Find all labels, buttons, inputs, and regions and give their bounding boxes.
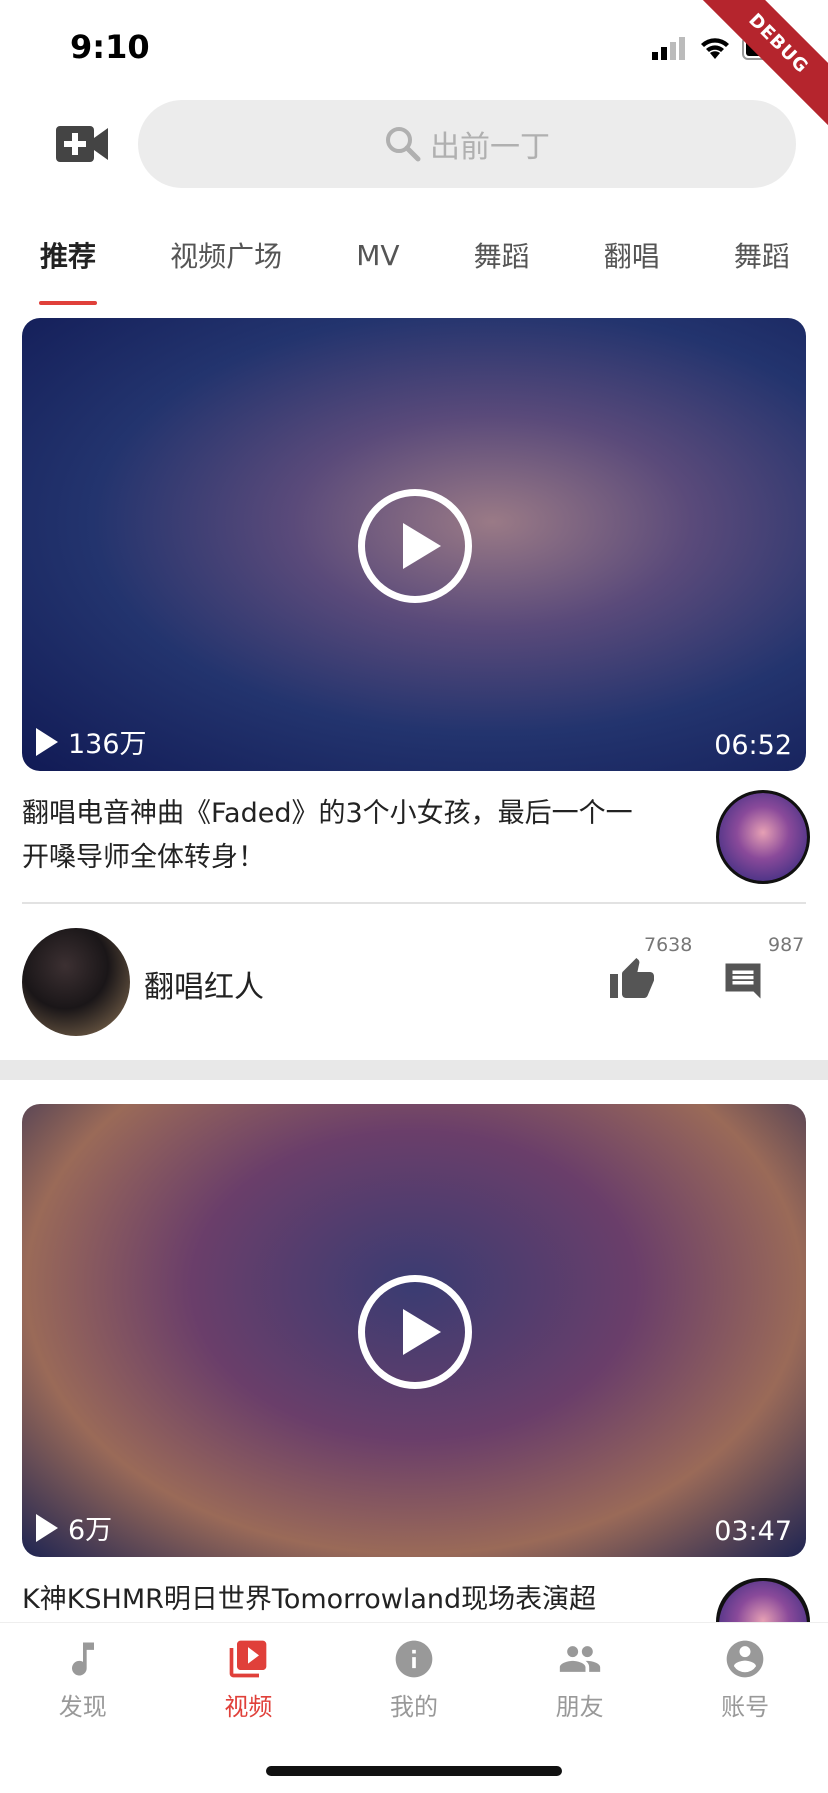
author-avatar[interactable] — [22, 928, 130, 1036]
view-count: 136万 — [36, 722, 147, 761]
info-icon — [395, 1640, 433, 1678]
divider — [22, 902, 806, 904]
tab-mv[interactable]: MV — [346, 239, 409, 272]
wifi-icon — [698, 34, 732, 64]
nav-discover[interactable]: 发现 — [13, 1623, 153, 1793]
status-time: 9:10 — [70, 28, 150, 66]
category-tabs: 推荐 视频广场 MV 舞蹈 翻唱 舞蹈 — [30, 220, 800, 305]
section-separator — [0, 1060, 828, 1080]
album-thumbnail[interactable] — [716, 790, 810, 884]
tab-video-square[interactable]: 视频广场 — [160, 235, 292, 275]
play-small-icon — [36, 727, 58, 756]
video-camera-add-icon[interactable] — [56, 124, 110, 168]
account-circle-icon — [726, 1640, 764, 1678]
video-thumbnail[interactable]: 6万 03:47 — [22, 1104, 806, 1557]
cellular-signal-icon — [652, 36, 688, 64]
video-library-icon — [230, 1640, 267, 1678]
search-placeholder: 出前一丁 — [430, 130, 550, 165]
music-note-icon — [71, 1642, 94, 1676]
video-title[interactable]: 翻唱电音神曲《Faded》的3个小女孩，最后一个一开嗓导师全体转身！ — [22, 792, 642, 880]
tab-cover[interactable]: 翻唱 — [594, 235, 670, 275]
video-duration: 06:52 — [714, 730, 792, 761]
home-indicator — [266, 1766, 562, 1776]
people-icon — [559, 1646, 600, 1672]
tab-dance[interactable]: 舞蹈 — [464, 235, 540, 275]
search-input[interactable]: 出前一丁 — [138, 100, 796, 188]
view-count: 6万 — [36, 1508, 112, 1547]
video-thumbnail[interactable]: 136万 06:52 — [22, 318, 806, 771]
search-icon — [386, 127, 421, 162]
tab-recommended[interactable]: 推荐 — [30, 235, 106, 305]
play-icon[interactable] — [358, 1274, 472, 1389]
video-title[interactable]: K神KSHMR明日世界Tomorrowland现场表演超 — [22, 1578, 642, 1622]
author-name[interactable]: 翻唱红人 — [144, 962, 264, 1006]
tab-dance-2[interactable]: 舞蹈 — [724, 235, 800, 275]
play-icon[interactable] — [358, 488, 472, 603]
comment-count: 987 — [768, 934, 805, 956]
play-small-icon — [36, 1513, 58, 1542]
thumb-up-icon[interactable] — [608, 956, 656, 1004]
video-duration: 03:47 — [714, 1516, 792, 1547]
nav-account[interactable]: 账号 — [675, 1623, 815, 1793]
comment-icon[interactable] — [722, 960, 764, 1006]
like-count: 7638 — [644, 934, 693, 956]
